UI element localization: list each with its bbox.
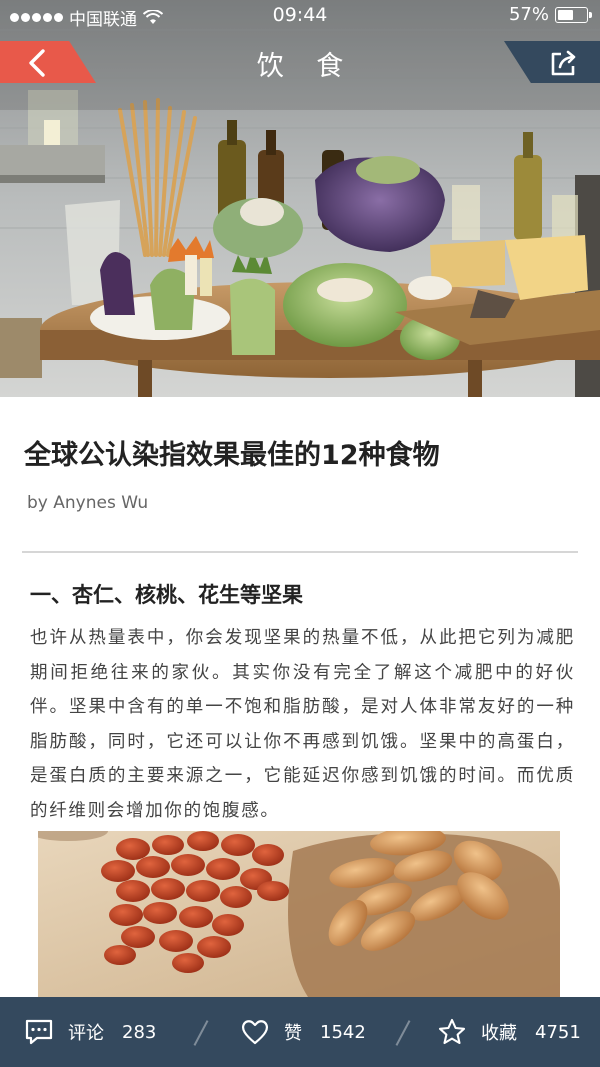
battery-icon xyxy=(555,6,592,23)
section-heading: 一、杏仁、核桃、花生等坚果 xyxy=(30,583,303,607)
article-author: by Anynes Wu xyxy=(27,493,149,513)
star-icon xyxy=(438,1018,466,1045)
favorite-label: 收藏 xyxy=(481,1023,517,1044)
article-title: 全球公认染指效果最佳的12种食物 xyxy=(24,440,440,471)
like-button[interactable]: 赞 1542 xyxy=(240,997,366,1067)
favorite-button[interactable]: 收藏 4751 xyxy=(437,997,581,1067)
comment-button[interactable]: 评论 283 xyxy=(24,997,156,1067)
battery-level xyxy=(558,9,573,20)
like-label: 赞 xyxy=(284,1023,302,1044)
favorite-count: 4751 xyxy=(535,1021,581,1043)
article-paragraph: 也许从热量表中，你会发现坚果的热量不低，从此把它列为减肥期间拒绝往来的家伙。其实… xyxy=(30,628,575,821)
separator xyxy=(395,1020,411,1046)
separator xyxy=(193,1020,209,1046)
share-icon xyxy=(551,50,576,76)
heart-icon xyxy=(242,1020,268,1045)
status-right: 57% xyxy=(508,4,592,25)
status-bar: 中国联通 09:44 57% xyxy=(0,0,600,32)
battery-percent: 57% xyxy=(508,4,549,25)
comment-icon xyxy=(25,1019,53,1045)
like-count: 1542 xyxy=(320,1021,366,1043)
comment-label: 评论 xyxy=(68,1023,104,1044)
comment-count: 283 xyxy=(122,1021,157,1043)
hero-image: 中国联通 09:44 57% 饮 食 xyxy=(0,0,600,397)
divider xyxy=(22,551,578,553)
nuts-photo xyxy=(38,831,560,997)
bottom-action-bar: 评论 283 赞 1542 收藏 4751 xyxy=(0,997,600,1067)
nuts-image xyxy=(38,831,560,997)
